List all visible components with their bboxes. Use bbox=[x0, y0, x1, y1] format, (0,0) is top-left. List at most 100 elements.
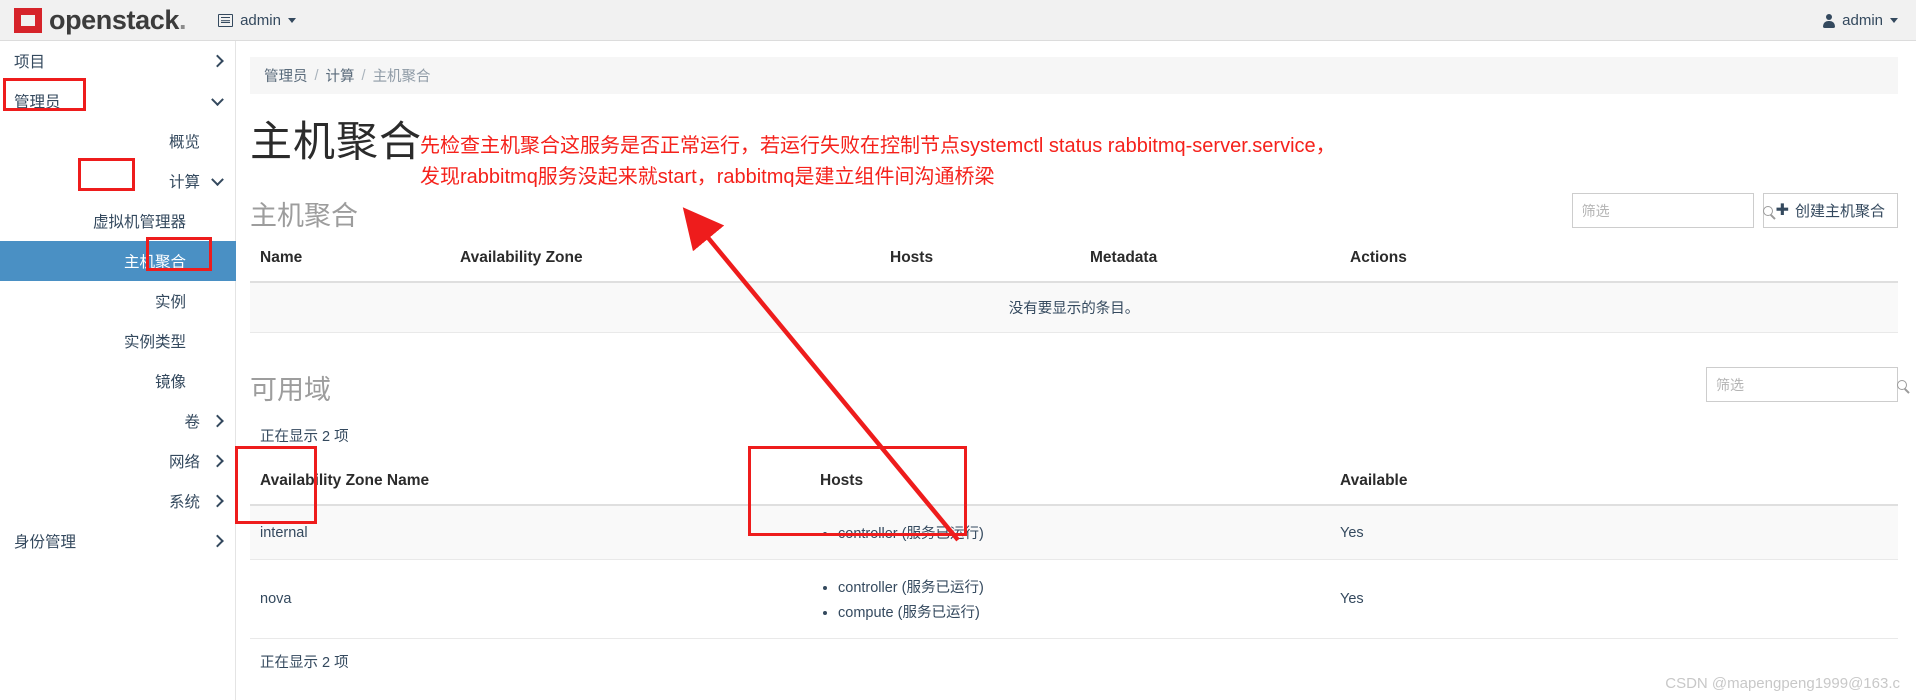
table-row: internal controller (服务已运行) Yes bbox=[250, 505, 1898, 560]
list-icon bbox=[218, 13, 234, 27]
zone-hosts-cell: controller (服务已运行) compute (服务已运行) bbox=[810, 559, 1330, 639]
availability-zones-section: 可用域 正在显示 2 项 Availability Zone Name Host… bbox=[250, 359, 1907, 690]
zone-available-cell: Yes bbox=[1330, 505, 1898, 560]
aggregates-section-title: 主机聚合 bbox=[250, 200, 358, 231]
zone-hosts-cell: controller (服务已运行) bbox=[810, 505, 1330, 560]
column-header-actions[interactable]: Actions bbox=[1340, 241, 1898, 283]
chevron-down-icon bbox=[1890, 18, 1898, 23]
annotation-line-1: 先检查主机聚合这服务是否正常运行，若运行失败在控制节点systemctl sta… bbox=[420, 135, 1336, 157]
create-button-label: 创建主机聚合 bbox=[1794, 203, 1885, 220]
sidebar-item-identity[interactable]: 身份管理 bbox=[0, 521, 236, 561]
plus-icon: ✚ bbox=[1775, 201, 1789, 219]
project-context-switcher[interactable]: admin bbox=[218, 12, 296, 29]
openstack-dashboard-page: openstack. admin admin 项目 管理员 概览 计算 虚拟机管… bbox=[0, 0, 1916, 700]
chevron-down-icon bbox=[211, 173, 224, 187]
chevron-right-icon bbox=[211, 414, 224, 428]
sidebar-item-compute[interactable]: 计算 bbox=[0, 161, 236, 201]
empty-state-message: 没有要显示的条目。 bbox=[250, 282, 1898, 333]
column-header-name[interactable]: Name bbox=[250, 241, 450, 283]
sidebar-item-label: 计算 bbox=[168, 174, 200, 191]
sidebar-item-label: 主机聚合 bbox=[123, 254, 186, 271]
chevron-down-icon bbox=[287, 17, 296, 23]
zones-count-bottom: 正在显示 2 项 bbox=[260, 655, 349, 671]
table-header-row: Name Availability Zone Hosts Metadata Ac… bbox=[250, 241, 1898, 283]
sidebar-item-host-aggregates[interactable]: 主机聚合 bbox=[0, 241, 236, 281]
chevron-right-icon bbox=[211, 494, 224, 508]
watermark: CSDN @mapengpeng1999@163.c bbox=[1665, 675, 1900, 692]
user-menu[interactable]: admin bbox=[1822, 0, 1898, 41]
table-row: nova controller (服务已运行) compute (服务已运行) … bbox=[250, 559, 1898, 639]
sidebar-item-instances[interactable]: 实例 bbox=[0, 281, 236, 321]
zones-filter-input[interactable] bbox=[1716, 376, 1897, 393]
zone-name-cell: nova bbox=[250, 559, 810, 639]
sidebar-item-label: 项目 bbox=[14, 54, 46, 71]
brand-dot: . bbox=[178, 4, 187, 35]
zones-count-top: 正在显示 2 项 bbox=[260, 429, 349, 445]
host-list: controller (服务已运行) bbox=[838, 520, 1320, 545]
sidebar-item-flavors[interactable]: 实例类型 bbox=[0, 321, 236, 361]
zone-name-cell: internal bbox=[250, 505, 810, 560]
aggregates-toolbar: ✚ 创建主机聚合 bbox=[1571, 193, 1898, 228]
zones-section-head: 可用域 bbox=[250, 359, 1907, 415]
host-list-item: controller (服务已运行) bbox=[838, 574, 1320, 599]
host-aggregates-section: 主机聚合 ✚ 创建主机聚合 Name Availabili bbox=[250, 185, 1898, 333]
column-header-zone-name[interactable]: Availability Zone Name bbox=[250, 464, 810, 506]
aggregates-section-head: 主机聚合 ✚ 创建主机聚合 bbox=[250, 185, 1898, 241]
column-header-metadata[interactable]: Metadata bbox=[1080, 241, 1340, 283]
openstack-logo[interactable]: openstack. bbox=[14, 5, 186, 36]
chevron-right-icon bbox=[211, 54, 224, 68]
sidebar-item-label: 虚拟机管理器 bbox=[92, 214, 186, 231]
brand-wordmark: openstack. bbox=[49, 5, 186, 36]
search-icon[interactable] bbox=[1897, 379, 1907, 390]
sidebar-item-network[interactable]: 网络 bbox=[0, 441, 236, 481]
user-icon bbox=[1822, 13, 1835, 28]
aggregates-table-body: 没有要显示的条目。 bbox=[250, 282, 1898, 333]
zones-filter-box[interactable] bbox=[1706, 367, 1907, 402]
host-aggregates-table: Name Availability Zone Hosts Metadata Ac… bbox=[250, 241, 1898, 333]
user-label: admin bbox=[1842, 12, 1883, 29]
chevron-right-icon bbox=[211, 454, 224, 468]
table-header-row: Availability Zone Name Hosts Available bbox=[250, 464, 1898, 506]
sidebar-item-overview[interactable]: 概览 bbox=[0, 121, 236, 161]
sidebar-item-volumes[interactable]: 卷 bbox=[0, 401, 236, 441]
aggregates-filter-box[interactable] bbox=[1571, 193, 1773, 228]
empty-state-row: 没有要显示的条目。 bbox=[250, 282, 1898, 333]
zones-section-title: 可用域 bbox=[250, 374, 331, 405]
sidebar-item-label: 身份管理 bbox=[14, 534, 77, 551]
annotation-note: 先检查主机聚合这服务是否正常运行，若运行失败在控制节点systemctl sta… bbox=[420, 131, 1480, 193]
openstack-mark-icon bbox=[14, 7, 42, 33]
sidebar-item-label: 概览 bbox=[168, 134, 200, 151]
sidebar-item-label: 镜像 bbox=[154, 374, 186, 391]
sidebar-item-system[interactable]: 系统 bbox=[0, 481, 236, 521]
breadcrumb-root[interactable]: 管理员 bbox=[264, 65, 308, 86]
zones-table-body: internal controller (服务已运行) Yes nova c bbox=[250, 505, 1898, 639]
context-label: admin bbox=[240, 11, 281, 29]
sidebar-item-hypervisors[interactable]: 虚拟机管理器 bbox=[0, 201, 236, 241]
column-header-hosts[interactable]: Hosts bbox=[880, 241, 1080, 283]
sidebar-nav: 项目 管理员 概览 计算 虚拟机管理器 主机聚合 实例 实例类型 镜像 卷 网络… bbox=[0, 41, 236, 700]
zones-table-head: Availability Zone Name Hosts Available bbox=[250, 464, 1898, 506]
breadcrumb-separator: / bbox=[361, 67, 366, 84]
zone-available-cell: Yes bbox=[1330, 559, 1898, 639]
column-header-availability-zone[interactable]: Availability Zone bbox=[450, 241, 880, 283]
sidebar-item-label: 系统 bbox=[168, 494, 200, 511]
search-icon[interactable] bbox=[1762, 205, 1773, 216]
host-list-item: controller (服务已运行) bbox=[838, 520, 1320, 545]
breadcrumb-mid[interactable]: 计算 bbox=[326, 65, 355, 86]
column-header-zone-hosts[interactable]: Hosts bbox=[810, 464, 1330, 506]
sidebar-item-admin[interactable]: 管理员 bbox=[0, 81, 236, 121]
annotation-line-2: 发现rabbitmq服务没起来就start，rabbitmq是建立组件间沟通桥梁 bbox=[420, 166, 995, 188]
column-header-available[interactable]: Available bbox=[1330, 464, 1898, 506]
chevron-right-icon bbox=[211, 534, 224, 548]
sidebar-item-label: 网络 bbox=[168, 454, 200, 471]
breadcrumb-current: 主机聚合 bbox=[372, 69, 431, 85]
sidebar-item-images[interactable]: 镜像 bbox=[0, 361, 236, 401]
create-host-aggregate-button[interactable]: ✚ 创建主机聚合 bbox=[1762, 193, 1898, 228]
aggregates-table-head: Name Availability Zone Hosts Metadata Ac… bbox=[250, 241, 1898, 283]
sidebar-item-project[interactable]: 项目 bbox=[0, 41, 236, 81]
aggregates-filter-input[interactable] bbox=[1581, 202, 1763, 219]
zones-toolbar bbox=[1706, 367, 1907, 402]
sidebar-item-label: 管理员 bbox=[14, 94, 61, 111]
brand-name: openstack bbox=[49, 4, 179, 35]
sidebar-item-label: 实例 bbox=[154, 294, 186, 311]
